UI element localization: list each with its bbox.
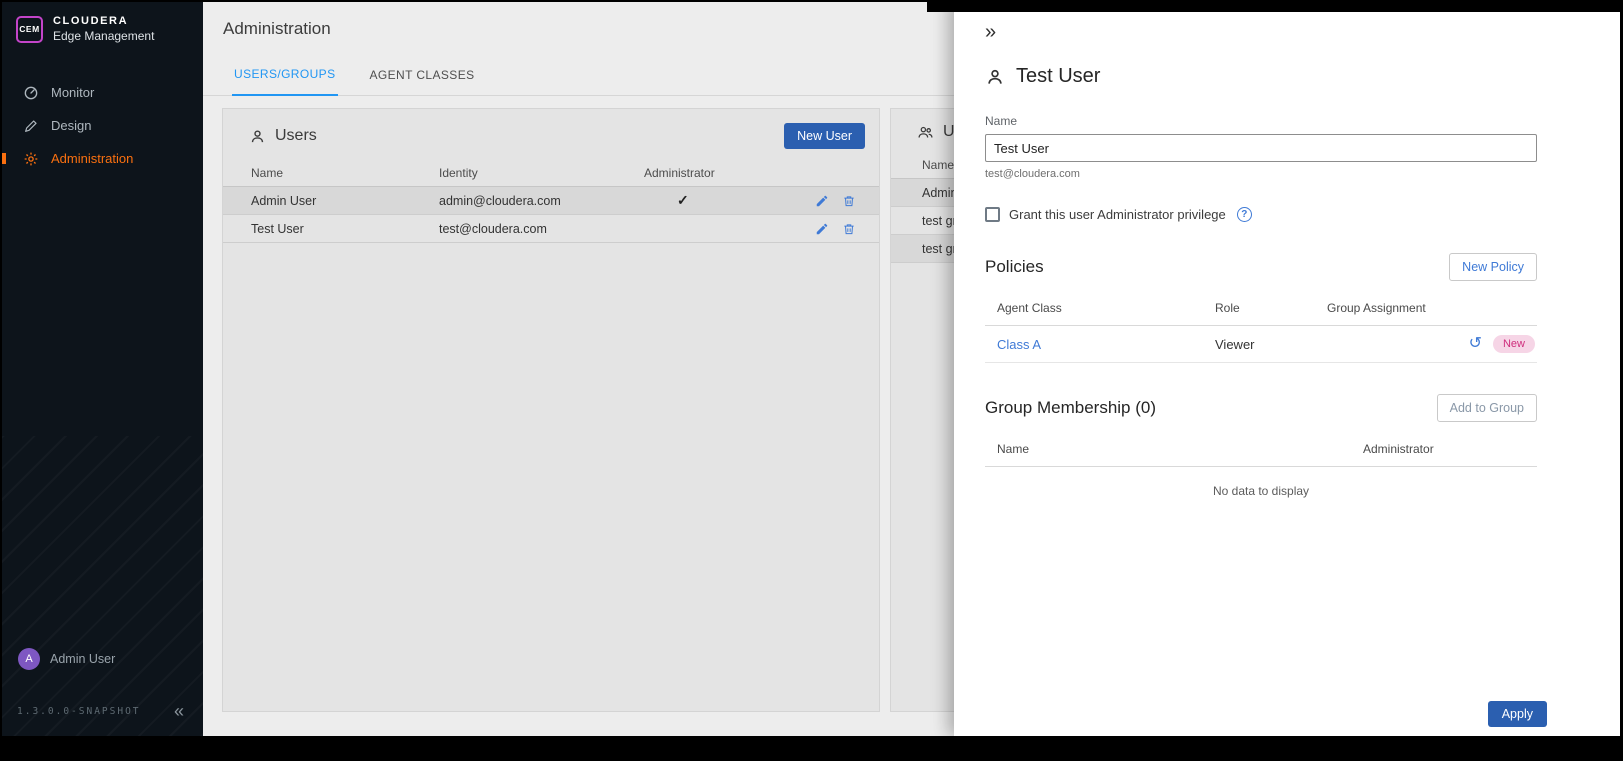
policies-title: Policies	[985, 257, 1044, 277]
sidebar: CEM CLOUDERA Edge Management Monitor Des…	[2, 2, 203, 736]
column-name: Name	[251, 166, 439, 180]
current-user-name: Admin User	[50, 652, 115, 666]
avatar: A	[18, 648, 40, 670]
new-user-button[interactable]: New User	[784, 123, 865, 149]
add-to-group-button[interactable]: Add to Group	[1437, 394, 1537, 422]
tab-agent-classes[interactable]: AGENT CLASSES	[368, 68, 477, 95]
undo-icon[interactable]: ↺	[1469, 336, 1482, 352]
user-icon	[985, 67, 1005, 87]
screen-frame	[927, 2, 1620, 12]
column-name: Name	[922, 158, 954, 172]
agent-class-link[interactable]: Class A	[997, 337, 1215, 352]
group-membership-title: Group Membership (0)	[985, 398, 1156, 418]
new-policy-button[interactable]: New Policy	[1449, 253, 1537, 281]
table-row[interactable]: Class A Viewer ↺ New	[985, 326, 1537, 363]
groups-card-title: Us	[943, 123, 954, 141]
pencil-icon	[23, 118, 39, 134]
name-field-label: Name	[985, 114, 1537, 128]
cell-name: Admin	[922, 186, 954, 200]
cem-logo-icon: CEM	[16, 16, 43, 43]
table-row[interactable]: Admin User admin@cloudera.com ✓	[223, 187, 879, 215]
sidebar-item-monitor[interactable]: Monitor	[2, 76, 203, 109]
sidebar-item-label: Administration	[51, 151, 133, 166]
identity-hint: test@cloudera.com	[985, 168, 1537, 180]
cell-identity: test@cloudera.com	[439, 222, 644, 236]
page-header: Administration	[203, 2, 954, 56]
cell-name: Admin User	[251, 194, 439, 208]
drawer-title: Test User	[1016, 65, 1100, 88]
edit-icon[interactable]	[815, 194, 829, 208]
users-card-title: Users	[275, 127, 317, 145]
table-row[interactable]: test gr	[891, 207, 954, 235]
cards-area: Users New User Name Identity Administrat…	[203, 96, 954, 736]
column-administrator: Administrator	[644, 166, 815, 180]
product-name: Edge Management	[53, 29, 154, 43]
sidebar-nav: Monitor Design Administration	[2, 76, 203, 175]
sidebar-item-label: Design	[51, 118, 91, 133]
check-icon: ✓	[644, 192, 815, 209]
column-group-assignment: Group Assignment	[1327, 301, 1537, 315]
sidebar-item-administration[interactable]: Administration	[2, 142, 203, 175]
column-name: Name	[997, 442, 1363, 456]
cell-name: Test User	[251, 222, 439, 236]
edit-icon[interactable]	[815, 222, 829, 236]
status-badge: New	[1493, 335, 1535, 353]
main-content: Administration USERS/GROUPS AGENT CLASSE…	[203, 2, 954, 736]
users-table-header: Name Identity Administrator	[223, 160, 879, 187]
user-groups-card: Us Name Admin test gr test gro	[890, 108, 954, 712]
column-administrator: Administrator	[1363, 442, 1537, 456]
users-group-icon	[917, 124, 934, 141]
sidebar-item-label: Monitor	[51, 85, 94, 100]
column-agent-class: Agent Class	[997, 301, 1215, 315]
table-row[interactable]: test gro	[891, 235, 954, 263]
empty-state-text: No data to display	[985, 467, 1537, 515]
help-icon[interactable]: ?	[1237, 207, 1252, 222]
table-row[interactable]: Test User test@cloudera.com	[223, 215, 879, 243]
brand-name: CLOUDERA	[53, 15, 154, 27]
app-window: CEM CLOUDERA Edge Management Monitor Des…	[2, 2, 1620, 736]
delete-icon[interactable]	[842, 194, 856, 208]
cell-identity: admin@cloudera.com	[439, 194, 644, 208]
current-user[interactable]: A Admin User	[2, 638, 203, 680]
name-input[interactable]	[985, 134, 1537, 162]
delete-icon[interactable]	[842, 222, 856, 236]
version-label: 1.3.0.0-SNAPSHOT	[17, 706, 141, 717]
page-title: Administration	[223, 19, 331, 39]
sidebar-footer: A Admin User 1.3.0.0-SNAPSHOT «	[2, 638, 203, 736]
apply-button[interactable]: Apply	[1488, 701, 1547, 727]
admin-privilege-checkbox[interactable]	[985, 207, 1000, 222]
tab-bar: USERS/GROUPS AGENT CLASSES	[203, 56, 954, 96]
membership-table: Name Administrator No data to display	[985, 442, 1537, 515]
users-card: Users New User Name Identity Administrat…	[222, 108, 880, 712]
gear-icon	[23, 151, 39, 167]
collapse-drawer-icon[interactable]: »	[985, 22, 996, 42]
cell-name: test gr	[922, 214, 954, 228]
cell-name: test gro	[922, 242, 954, 256]
table-row[interactable]: Admin	[891, 179, 954, 207]
cell-role: Viewer	[1215, 337, 1327, 352]
user-icon	[249, 128, 266, 145]
column-role: Role	[1215, 301, 1327, 315]
gauge-icon	[23, 85, 39, 101]
sidebar-item-design[interactable]: Design	[2, 109, 203, 142]
brand-logo: CEM CLOUDERA Edge Management	[2, 2, 203, 56]
collapse-sidebar-icon[interactable]: «	[174, 702, 184, 720]
detail-drawer: » Test User Name test@cloudera.com Grant…	[954, 2, 1620, 736]
column-identity: Identity	[439, 166, 644, 180]
admin-privilege-label: Grant this user Administrator privilege	[1009, 207, 1226, 222]
groups-table-header: Name	[891, 152, 954, 179]
policies-table: Agent Class Role Group Assignment Class …	[985, 301, 1537, 363]
tab-users-groups[interactable]: USERS/GROUPS	[232, 67, 338, 96]
